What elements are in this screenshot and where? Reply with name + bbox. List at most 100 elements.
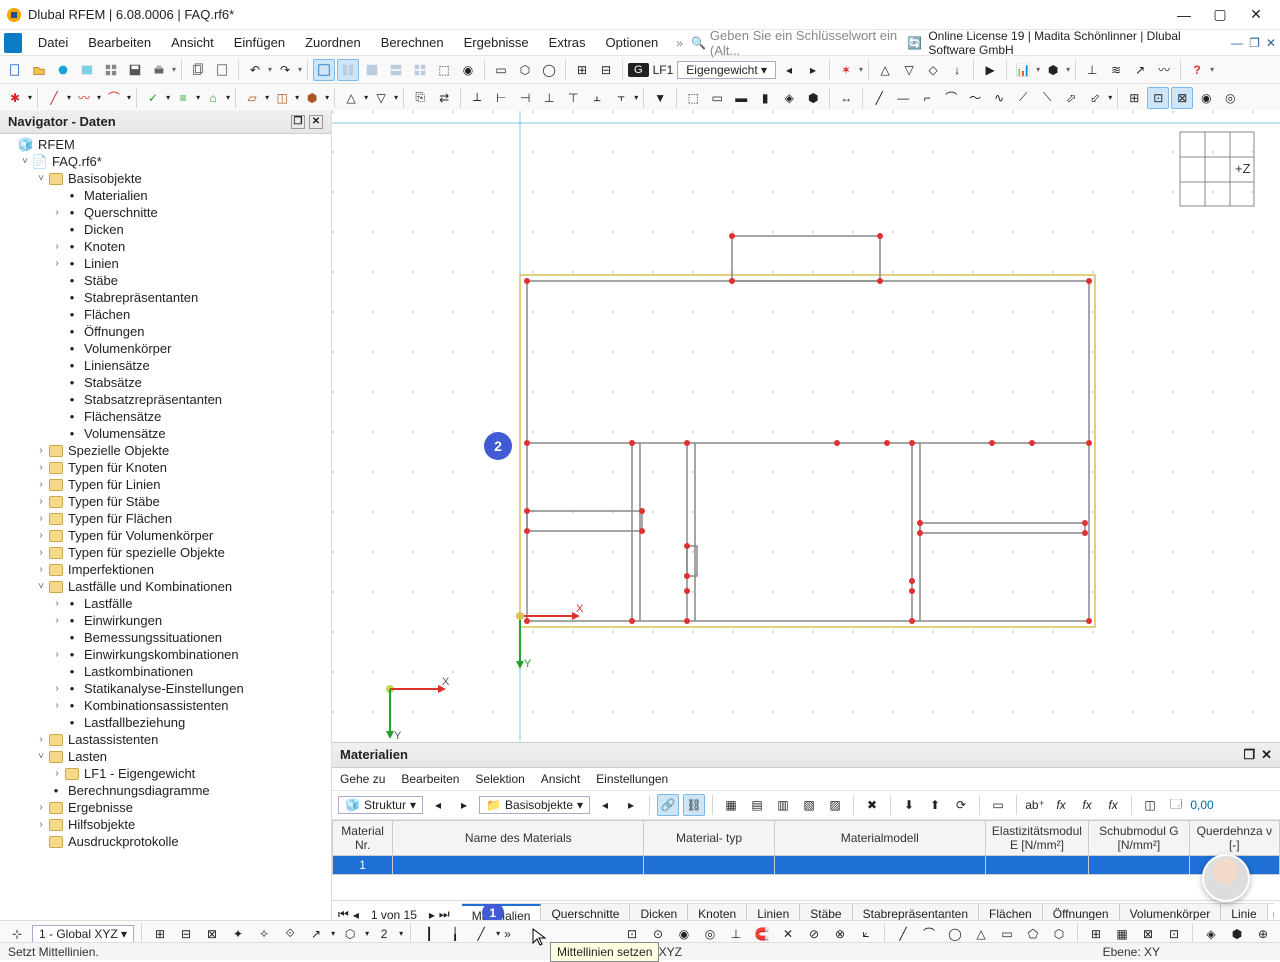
support-avatar[interactable]: [1202, 854, 1250, 902]
arc-tool[interactable]: ⌒: [103, 87, 125, 109]
view-persp[interactable]: ◈: [778, 87, 800, 109]
tree-item[interactable]: ›Typen für Linien: [0, 476, 331, 493]
tree-item[interactable]: Ausdruckprotokolle: [0, 833, 331, 850]
tree-item[interactable]: •Materialien: [0, 187, 331, 204]
view-cube[interactable]: +Z: [1178, 130, 1256, 208]
maximize-button[interactable]: ▢: [1202, 3, 1238, 27]
script-button[interactable]: [76, 59, 98, 81]
support-tool-1[interactable]: △: [874, 59, 896, 81]
cloud-button[interactable]: [52, 59, 74, 81]
view-mode-4[interactable]: [385, 59, 407, 81]
connect2[interactable]: ⊢: [490, 87, 512, 109]
tree-item[interactable]: ›Typen für Knoten: [0, 459, 331, 476]
osnap-btn[interactable]: ◎: [1219, 87, 1241, 109]
tree-item[interactable]: ›Lastassistenten: [0, 731, 331, 748]
mirror-geom[interactable]: ⇄: [433, 87, 455, 109]
line-tool[interactable]: ╱: [43, 87, 65, 109]
dp-sub-prev[interactable]: ◂: [594, 794, 616, 816]
results-button[interactable]: 📊: [1012, 59, 1034, 81]
nodal-support[interactable]: △: [340, 87, 362, 109]
tree-item[interactable]: •Bemessungssituationen: [0, 629, 331, 646]
tree-item[interactable]: ›Typen für Volumenkörper: [0, 527, 331, 544]
open-file-button[interactable]: [28, 59, 50, 81]
view-mode-7[interactable]: ◉: [457, 59, 479, 81]
tree-item[interactable]: ›•Kombinationsassistenten: [0, 697, 331, 714]
draw6[interactable]: ∿: [988, 87, 1010, 109]
view-mode-2[interactable]: [337, 59, 359, 81]
app-menu-icon[interactable]: [4, 33, 22, 53]
view-iso[interactable]: ⬚: [682, 87, 704, 109]
bb-overflow[interactable]: »: [504, 927, 511, 941]
menu-overflow-icon[interactable]: »: [668, 36, 691, 50]
draw1[interactable]: ╱: [868, 87, 890, 109]
view-mode-5[interactable]: [409, 59, 431, 81]
menu-einfuegen[interactable]: Einfügen: [224, 31, 295, 54]
tree-item[interactable]: ›Spezielle Objekte: [0, 442, 331, 459]
blocks-button[interactable]: [100, 59, 122, 81]
view-side[interactable]: ▮: [754, 87, 776, 109]
dp-cat-prev[interactable]: ◂: [427, 794, 449, 816]
line-support[interactable]: ▽: [370, 87, 392, 109]
dim-tool[interactable]: ↔: [835, 87, 857, 109]
navigator-tree[interactable]: 🧊RFEM ˅📄FAQ.rf6* ˅Basisobjekte•Materiali…: [0, 134, 331, 920]
draw9[interactable]: ⬀: [1060, 87, 1082, 109]
model-node[interactable]: ✱: [4, 87, 26, 109]
view-front[interactable]: ▭: [706, 87, 728, 109]
tree-item[interactable]: •Flächen: [0, 306, 331, 323]
dp-precision[interactable]: 0,00: [1191, 794, 1213, 816]
inner-close[interactable]: ✕: [1266, 36, 1276, 50]
menu-berechnen[interactable]: Berechnen: [371, 31, 454, 54]
connect7[interactable]: ⫟: [610, 87, 632, 109]
hinge-tool[interactable]: ◇: [922, 59, 944, 81]
dp-layout[interactable]: ◫: [1139, 794, 1161, 816]
tool-lasso[interactable]: ⬡: [514, 59, 536, 81]
close-button[interactable]: ✕: [1238, 3, 1274, 27]
connect5[interactable]: ⊤: [562, 87, 584, 109]
search-input[interactable]: Geben Sie ein Schlüsselwort ein (Alt...: [710, 28, 907, 58]
help-button[interactable]: ?: [1186, 59, 1208, 81]
menu-datei[interactable]: Datei: [28, 31, 78, 54]
tree-item[interactable]: ›•Linien: [0, 255, 331, 272]
load-tool[interactable]: ↓: [946, 59, 968, 81]
ortho-btn[interactable]: ⊠: [1171, 87, 1193, 109]
polar-btn[interactable]: ◉: [1195, 87, 1217, 109]
tree-item[interactable]: ›•Knoten: [0, 238, 331, 255]
dp-link2[interactable]: ⛓: [683, 794, 705, 816]
menu-ansicht[interactable]: Ansicht: [161, 31, 224, 54]
dp-sub-next[interactable]: ▸: [620, 794, 642, 816]
tree-item[interactable]: •Dicken: [0, 221, 331, 238]
dp-table2[interactable]: ▤: [746, 794, 768, 816]
save-button[interactable]: [124, 59, 146, 81]
connect1[interactable]: ⟂: [466, 87, 488, 109]
dp-table5[interactable]: ▨: [824, 794, 846, 816]
tree-item[interactable]: •Volumenkörper: [0, 340, 331, 357]
solid-tool[interactable]: ⬢: [301, 87, 323, 109]
tree-item[interactable]: ›Imperfektionen: [0, 561, 331, 578]
tree-item[interactable]: ›Hilfsobjekte: [0, 816, 331, 833]
dp-fn4[interactable]: fx: [1102, 794, 1124, 816]
tree-item[interactable]: ›LF1 - Eigengewicht: [0, 765, 331, 782]
redo-button[interactable]: ↷: [274, 59, 296, 81]
node-tool[interactable]: ✶: [835, 59, 857, 81]
tree-item[interactable]: ˅Lasten: [0, 748, 331, 765]
tree-item[interactable]: •Stabrepräsentanten: [0, 289, 331, 306]
sync-icon[interactable]: 🔄: [907, 36, 922, 50]
dp-close-icon[interactable]: ✕: [1261, 747, 1272, 762]
dp-table4[interactable]: ▧: [798, 794, 820, 816]
display-button[interactable]: ⬢: [1042, 59, 1064, 81]
member-tool[interactable]: ✓: [142, 87, 164, 109]
diagram-tool[interactable]: 〰: [1153, 59, 1175, 81]
tree-item[interactable]: •Stäbe: [0, 272, 331, 289]
tree-item[interactable]: ›•Lastfälle: [0, 595, 331, 612]
tree-item[interactable]: •Lastfallbeziehung: [0, 714, 331, 731]
dp-menu-view[interactable]: Ansicht: [541, 772, 580, 786]
view-top[interactable]: ▬: [730, 87, 752, 109]
align-button[interactable]: ⊟: [595, 59, 617, 81]
loadcase-selector[interactable]: G LF1 Eigengewicht ▾: [628, 61, 776, 79]
tree-item[interactable]: ›•Querschnitte: [0, 204, 331, 221]
dp-spreadsheet[interactable]: 🗔: [1165, 794, 1187, 816]
tool-circle[interactable]: ◯: [538, 59, 560, 81]
snap-button[interactable]: ⊞: [571, 59, 593, 81]
menu-ergebnisse[interactable]: Ergebnisse: [454, 31, 539, 54]
draw3[interactable]: ⌐: [916, 87, 938, 109]
